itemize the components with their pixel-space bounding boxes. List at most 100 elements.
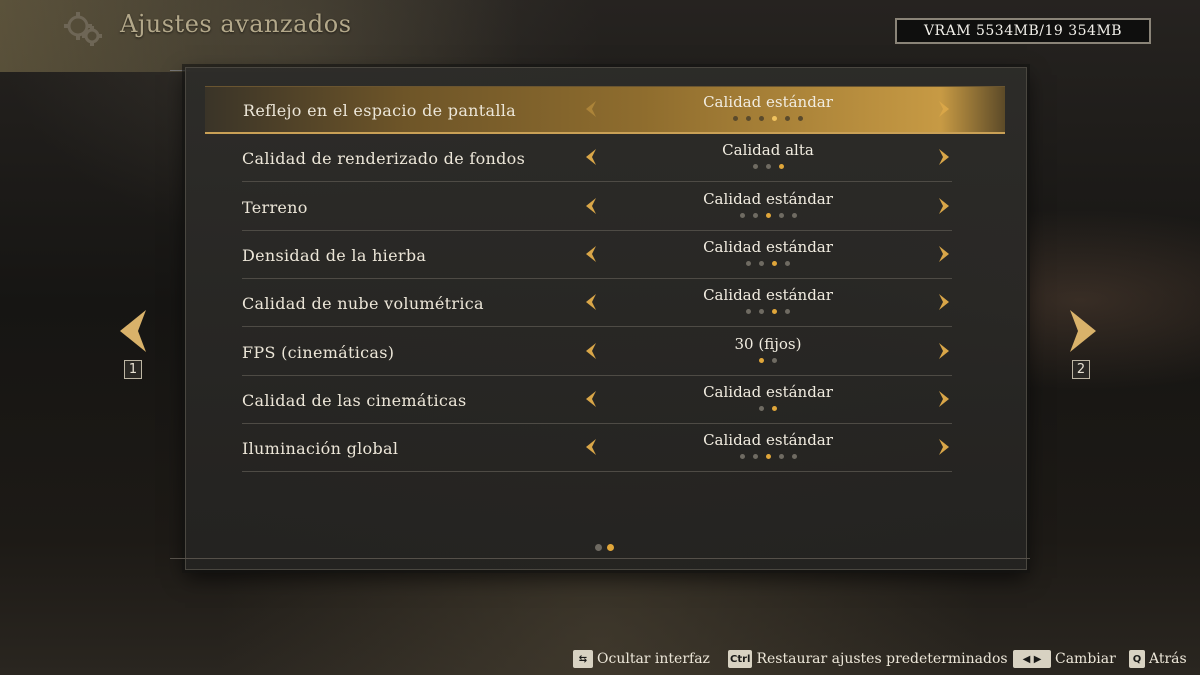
increase-chevron-right-icon[interactable] [937,197,951,215]
prev-page-key: 1 [124,360,142,379]
setting-row[interactable]: Calidad de nube volumétrica Calidad están… [242,279,952,328]
restore-defaults-label: Restaurar ajustes predeterminados [756,651,1008,667]
level-dot [791,212,797,218]
decrease-chevron-left-icon[interactable] [584,148,598,166]
decrease-chevron-left-icon[interactable] [584,342,598,360]
next-page-chevron-icon[interactable] [1066,308,1100,354]
back-hint[interactable]: Q Atrás [1129,650,1187,668]
level-dot [765,164,771,170]
decrease-chevron-left-icon[interactable] [584,438,598,456]
level-dot [765,212,771,218]
level-dot [785,116,790,121]
level-dot [778,212,784,218]
level-dot [765,454,771,460]
level-dot [785,309,790,315]
page-title: Ajustes avanzados [120,10,352,38]
back-label: Atrás [1149,651,1187,667]
page-dot-2 [607,544,614,551]
increase-chevron-right-icon[interactable] [937,100,951,118]
level-dot [772,357,777,363]
decrease-chevron-left-icon[interactable] [584,245,598,263]
increase-chevron-right-icon[interactable] [937,245,951,263]
setting-label: Iluminación global [242,439,399,459]
page-dot-1 [595,544,602,551]
level-dot [759,116,764,121]
level-dots [642,454,894,460]
prev-page-chevron-icon[interactable] [116,308,150,354]
level-dot [746,309,751,315]
setting-row[interactable]: Iluminación global Calidad estándar [242,424,952,473]
ctrl-key-icon: Ctrl [728,650,753,668]
level-dot [791,454,797,460]
setting-value: Calidad estándar [703,431,833,450]
setting-label: Calidad de las cinemáticas [242,390,467,410]
level-dot [772,309,777,315]
level-dot [752,454,758,460]
setting-label: FPS (cinemáticas) [242,342,395,362]
decrease-chevron-left-icon[interactable] [584,197,598,215]
change-hint[interactable]: ◀ ▶ Cambiar [1013,650,1116,668]
setting-value: Calidad estándar [703,382,833,401]
next-page-key: 2 [1072,360,1090,379]
setting-row[interactable]: Reflejo en el espacio de pantalla Calidad… [205,86,1005,134]
level-dot [759,309,764,315]
panel-bottom-line [170,558,1030,559]
setting-label: Reflejo en el espacio de pantalla [243,101,517,120]
arrow-keys-icon: ◀ ▶ [1013,650,1051,668]
footer-hints: ⇆ Ocultar interfaz Ctrl Restaurar ajuste… [0,650,1200,672]
decrease-chevron-left-icon[interactable] [584,390,598,408]
setting-label: Terreno [242,197,308,217]
setting-value: Calidad estándar [703,189,833,208]
level-dot [772,260,777,266]
level-dot [798,116,803,121]
setting-row[interactable]: Calidad de renderizado de fondos Calidad … [242,134,952,183]
level-dot [759,357,764,363]
increase-chevron-right-icon[interactable] [937,390,951,408]
page-indicator [595,544,614,551]
level-dots [642,212,894,218]
level-dot [785,260,790,266]
setting-row[interactable]: Calidad de las cinemáticas Calidad estánd… [242,376,952,424]
decrease-chevron-left-icon[interactable] [584,100,598,118]
increase-chevron-right-icon[interactable] [937,438,951,456]
q-key-icon: Q [1129,650,1145,668]
level-dots [642,309,894,315]
setting-label: Densidad de la hierba [242,245,427,265]
setting-row[interactable]: Terreno Calidad estándar [242,183,952,231]
level-dot [746,116,751,121]
setting-value: Calidad estándar [703,93,833,111]
tab-key-icon: ⇆ [573,650,593,668]
setting-label: Calidad de nube volumétrica [242,294,484,314]
gear-cluster-icon [60,6,106,52]
increase-chevron-right-icon[interactable] [937,148,951,166]
level-dot [739,454,745,460]
change-label: Cambiar [1055,651,1116,667]
setting-value: Calidad estándar [703,286,833,305]
level-dot [778,164,784,170]
level-dots [642,357,894,363]
setting-value: Calidad alta [722,141,814,160]
level-dots [642,405,894,411]
setting-row[interactable]: FPS (cinemáticas) 30 (fijos) [242,328,952,376]
increase-chevron-right-icon[interactable] [937,342,951,360]
level-dot [733,116,738,121]
level-dot [752,164,758,170]
level-dot [739,212,745,218]
level-dots [642,164,894,170]
level-dot [759,405,764,411]
increase-chevron-right-icon[interactable] [937,293,951,311]
setting-value: 30 (fijos) [734,334,802,353]
decrease-chevron-left-icon[interactable] [584,293,598,311]
level-dot [772,405,777,411]
restore-defaults-hint[interactable]: Ctrl Restaurar ajustes predeterminados [728,650,1008,668]
setting-value: Calidad estándar [703,237,833,256]
setting-label: Calidad de renderizado de fondos [242,149,526,169]
hide-ui-label: Ocultar interfaz [597,651,710,667]
hide-ui-hint[interactable]: ⇆ Ocultar interfaz [573,650,710,668]
level-dot [778,454,784,460]
level-dot [752,212,758,218]
level-dot [759,260,764,266]
setting-row[interactable]: Densidad de la hierba Calidad estándar [242,231,952,279]
level-dot [772,116,777,121]
level-dots [642,260,894,266]
